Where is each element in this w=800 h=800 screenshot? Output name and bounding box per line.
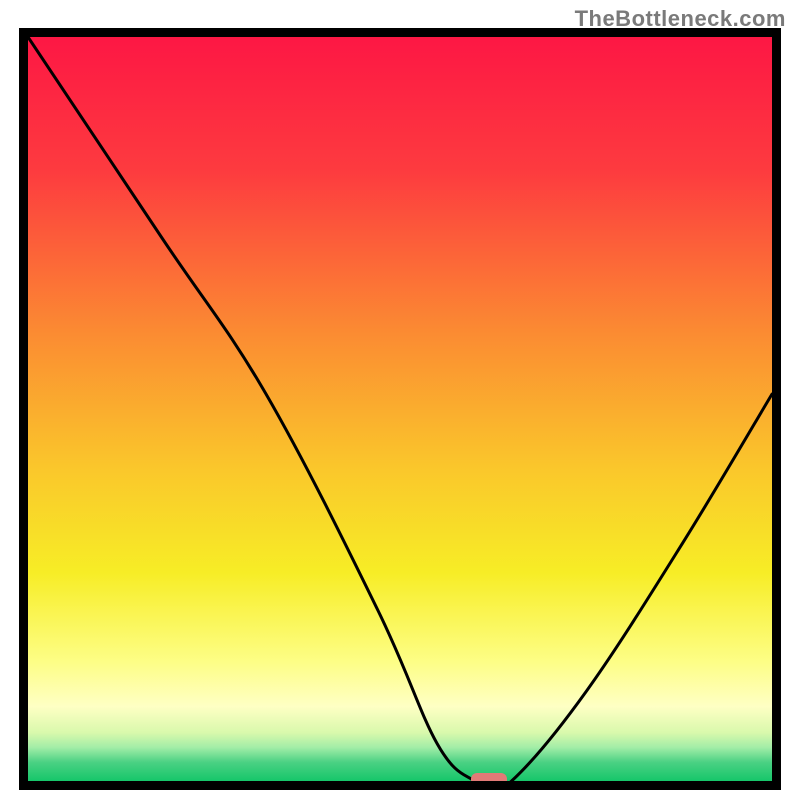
chart-background xyxy=(28,37,772,781)
plot-frame xyxy=(19,28,781,790)
optimum-marker xyxy=(471,773,507,781)
watermark-text: TheBottleneck.com xyxy=(575,6,786,32)
plot-area xyxy=(28,37,772,781)
bottleneck-chart xyxy=(28,37,772,781)
